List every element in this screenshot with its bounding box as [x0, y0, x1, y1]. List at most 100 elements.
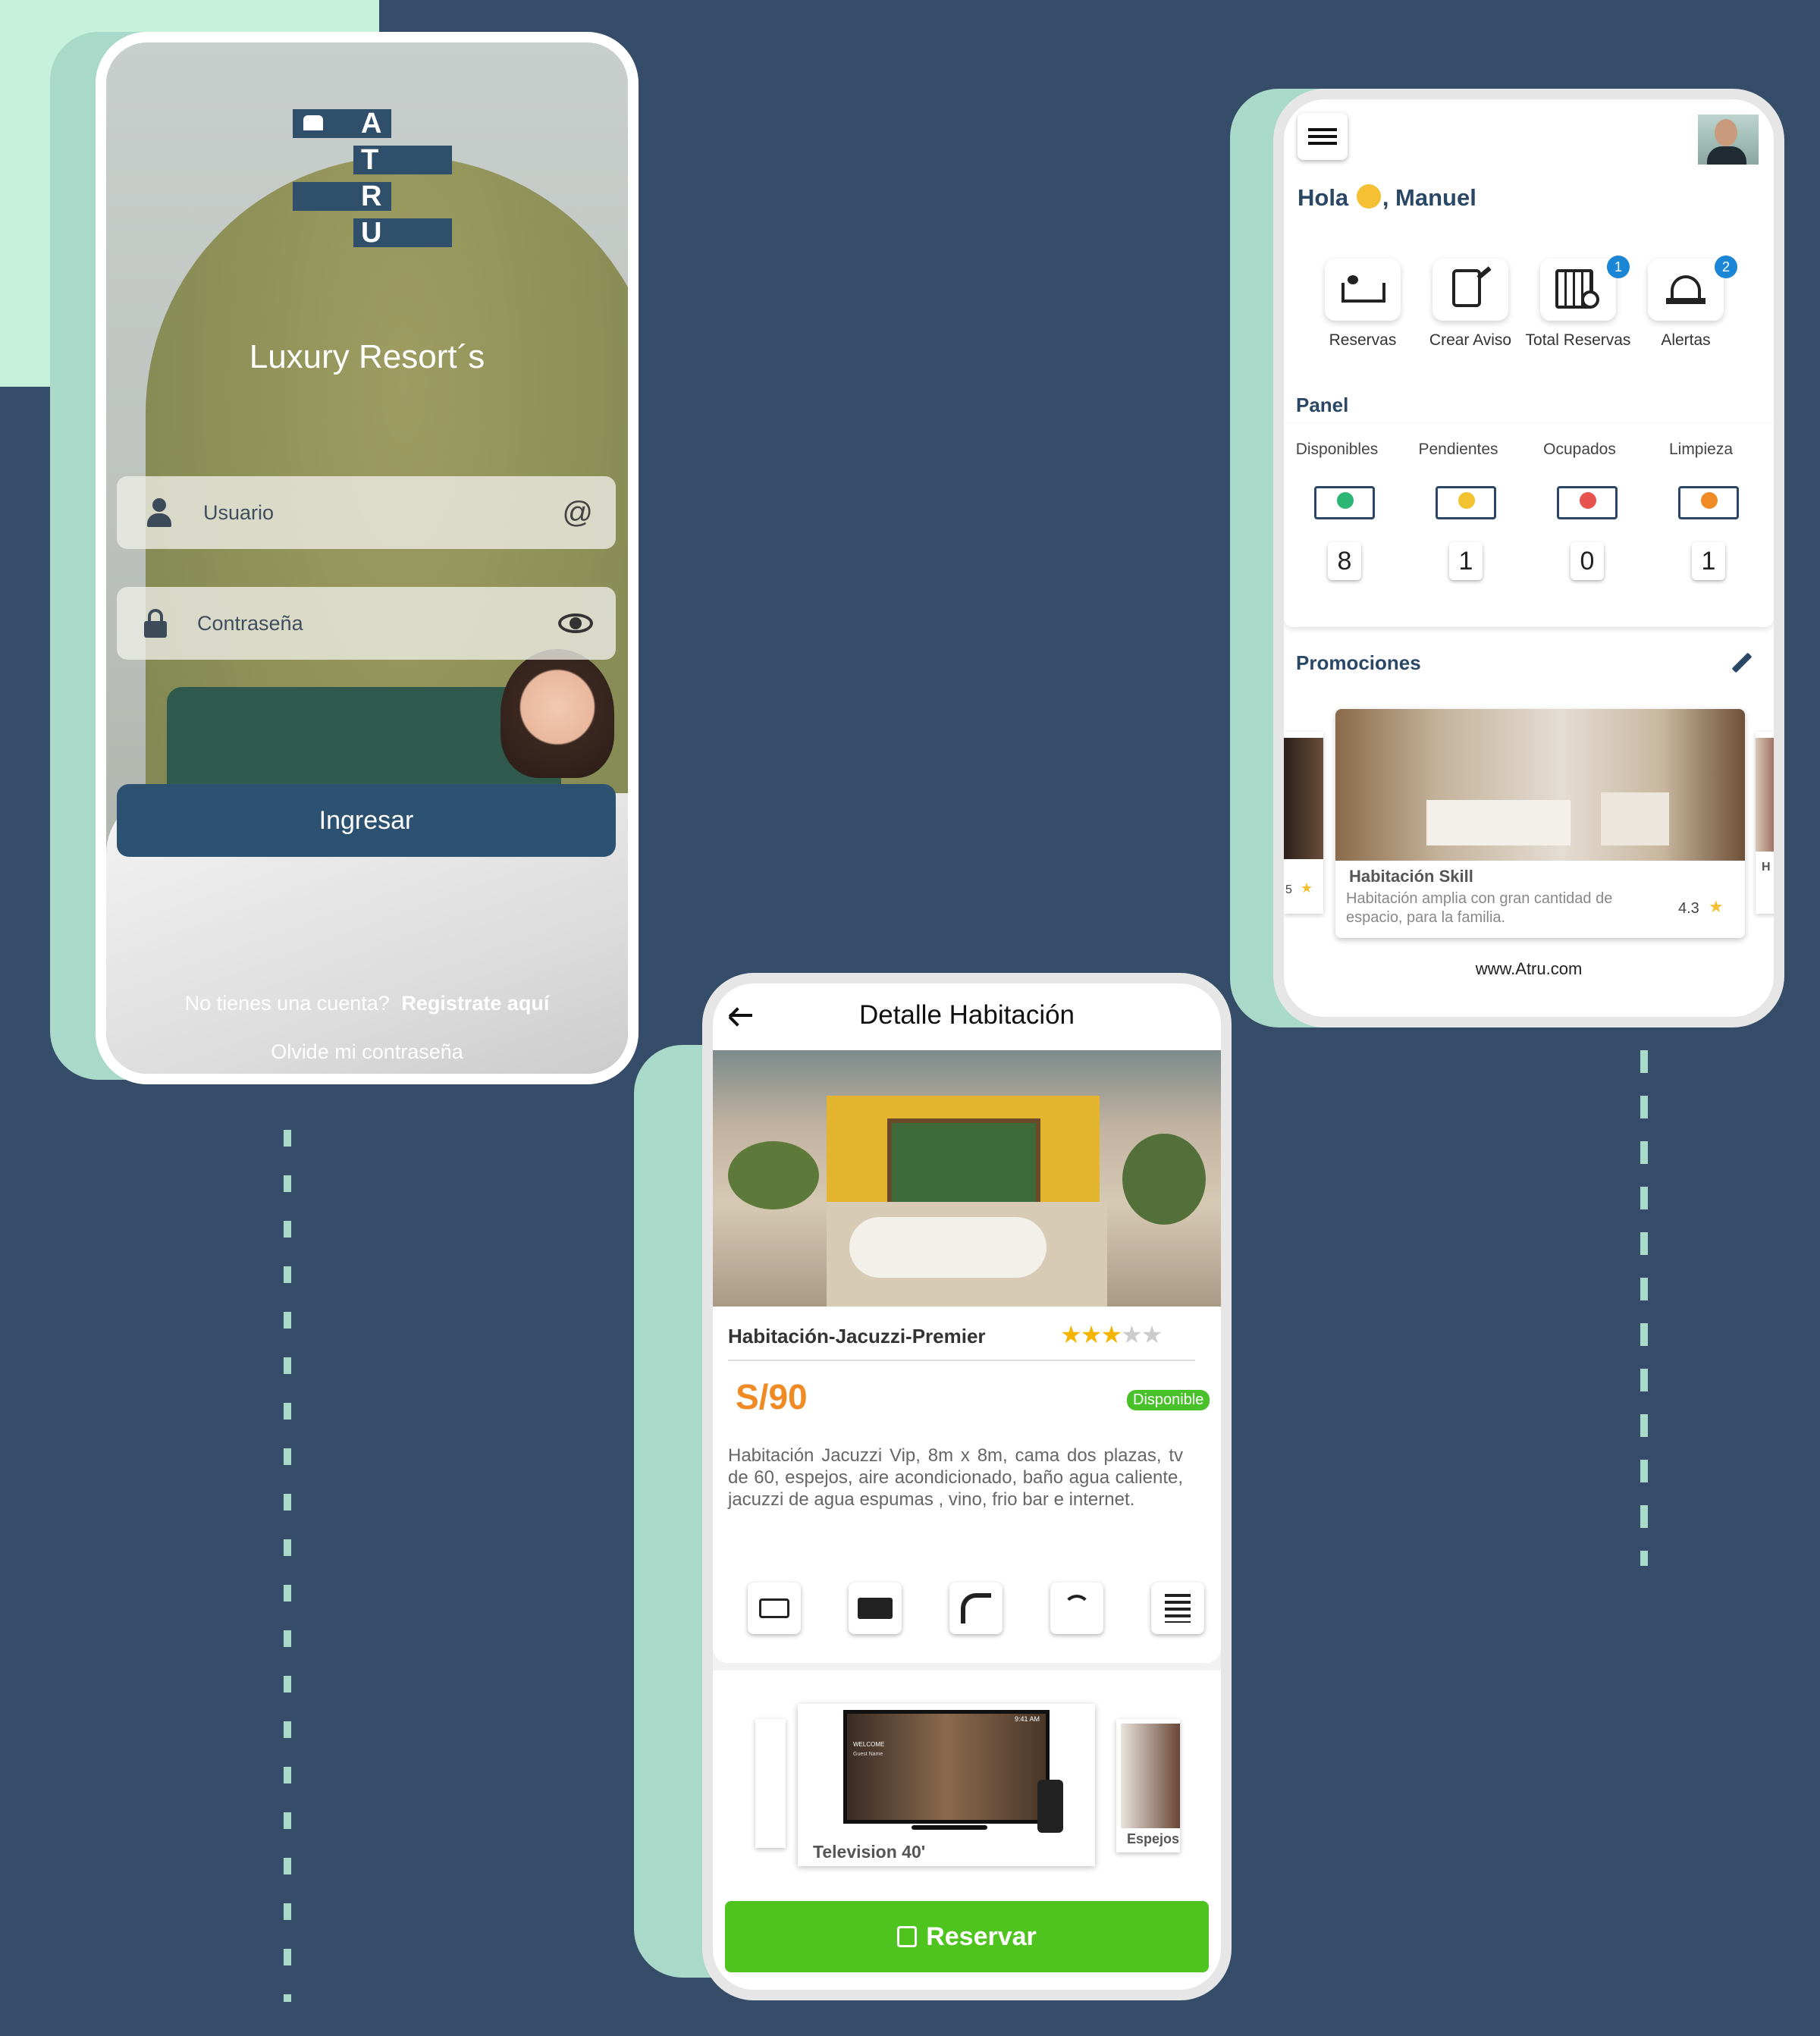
- no-account-text: No tienes una cuenta?: [184, 992, 390, 1015]
- detail-card: Habitación-Jacuzzi-Premier ★★★★★ S/90 Di…: [713, 1307, 1221, 1671]
- promo-card[interactable]: Habitación Skill Habitación amplia con g…: [1335, 709, 1745, 938]
- dashed-line-right: [1640, 1050, 1648, 1566]
- quick-actions: Reservas Crear Aviso 1 Total Reservas 2 …: [1284, 240, 1774, 400]
- quick-action-label: Crear Aviso: [1429, 331, 1512, 349]
- menu-button[interactable]: [1298, 113, 1348, 160]
- room-price: S/90: [736, 1377, 808, 1416]
- bed-icon: [1341, 283, 1385, 303]
- panel-card: Disponibles 8 Pendientes 1 Ocupados 0 Li…: [1284, 424, 1774, 627]
- gallery-card-espejos[interactable]: Espejos: [1116, 1719, 1180, 1852]
- room-description: Habitación Jacuzzi Vip, 8m x 8m, cama do…: [728, 1445, 1183, 1510]
- tv-welcome-text: WELCOME: [853, 1741, 885, 1748]
- logo-letter-t: T: [361, 144, 379, 176]
- star-icon: ★: [1080, 1321, 1103, 1348]
- logo-letter-a: A: [361, 108, 382, 140]
- hotel-icon: [303, 115, 323, 130]
- star-icon: ★: [1100, 1321, 1122, 1348]
- panel-count: 8: [1328, 542, 1361, 580]
- username-field[interactable]: Usuario @: [117, 476, 616, 549]
- at-icon: @: [562, 495, 593, 529]
- edit-pencil-icon[interactable]: [1731, 652, 1753, 673]
- avatar[interactable]: [1698, 115, 1759, 165]
- star-icon: ★: [1301, 880, 1313, 896]
- star-rating: ★★★★★: [1060, 1320, 1163, 1349]
- greeting: Hola , Manuel: [1298, 184, 1476, 212]
- logo-letter-r: R: [361, 180, 382, 212]
- tv-guest-text: Guest Name: [853, 1752, 883, 1757]
- panel-item-label: Limpieza: [1668, 441, 1734, 458]
- forgot-password-link[interactable]: Olvide mi contraseña: [106, 1040, 628, 1064]
- star-empty-icon: ★: [1141, 1321, 1163, 1348]
- side-title-initial: H: [1762, 861, 1771, 874]
- app-title: Luxury Resort´s: [249, 338, 485, 375]
- tv-photo: 9:41 AM WELCOME Guest Name: [843, 1710, 1050, 1824]
- promo-rating: 4.3: [1678, 900, 1699, 917]
- reserve-button[interactable]: Reservar: [725, 1901, 1209, 1972]
- reserve-button-label: Reservar: [926, 1921, 1037, 1951]
- gallery-label: Television 40': [813, 1842, 926, 1862]
- gallery-card-tv[interactable]: 9:41 AM WELCOME Guest Name Television 40…: [798, 1704, 1095, 1866]
- eye-icon[interactable]: [558, 613, 593, 633]
- alertas-badge: 2: [1715, 256, 1737, 278]
- detail-title: Detalle Habitación: [858, 1000, 1075, 1030]
- panel-count: 0: [1571, 542, 1604, 580]
- promo-title: Habitación Skill: [1349, 867, 1473, 886]
- total-reservas-badge: 1: [1607, 256, 1630, 278]
- star-empty-icon: ★: [1121, 1321, 1143, 1348]
- room-photo: [713, 1050, 1221, 1307]
- promo-side-card-left[interactable]: 5 ★: [1284, 732, 1323, 914]
- heater-icon: [1165, 1594, 1191, 1623]
- login-button[interactable]: Ingresar: [117, 784, 616, 857]
- smartphone-icon: [1037, 1780, 1063, 1833]
- panel-title: Panel: [1296, 394, 1349, 416]
- greeting-word: Hola: [1298, 184, 1349, 211]
- wink-emoji-icon: [1356, 184, 1381, 209]
- panel-item-label: Pendientes: [1418, 441, 1498, 458]
- promo-side-card-right[interactable]: H: [1756, 732, 1774, 914]
- star-icon: ★: [1709, 897, 1724, 916]
- side-rating: 5: [1285, 883, 1292, 896]
- amenity-heater[interactable]: [1151, 1583, 1204, 1634]
- calendar-plus-icon: [897, 1926, 918, 1947]
- gallery-side-left[interactable]: [755, 1719, 786, 1848]
- dashboard-phone: Hola , Manuel Reservas Crear Aviso 1 Tot…: [1273, 89, 1784, 1027]
- password-placeholder: Contraseña: [197, 611, 303, 635]
- promo-description: Habitación amplia con gran cantidad de e…: [1346, 890, 1613, 926]
- amenity-bed[interactable]: [748, 1583, 801, 1634]
- register-row: No tienes una cuenta? Registrate aquí: [106, 992, 628, 1015]
- panel-count: 1: [1449, 542, 1483, 580]
- quick-action-label: Reservas: [1329, 331, 1397, 349]
- panel-item-label: Ocupados: [1543, 441, 1616, 458]
- user-icon: [147, 498, 171, 527]
- lock-icon: [144, 609, 167, 638]
- promo-room-photo: [1335, 709, 1745, 861]
- alarm-icon: [1671, 275, 1701, 298]
- dashed-line-left: [284, 1130, 291, 2002]
- login-phone: A T R U Luxury Resort´s Usuario @ Contra…: [96, 32, 639, 1084]
- status-badge: Disponible: [1127, 1390, 1210, 1410]
- username-placeholder: Usuario: [203, 500, 275, 524]
- woman-photo: [500, 649, 614, 778]
- user-name: , Manuel: [1382, 184, 1476, 211]
- room-name: Habitación-Jacuzzi-Premier: [728, 1325, 986, 1347]
- quick-action-label: Total Reservas: [1525, 331, 1631, 349]
- panel-item-label: Disponibles: [1295, 441, 1379, 458]
- wifi-icon: [1063, 1595, 1090, 1622]
- amenity-wifi[interactable]: [1050, 1583, 1103, 1634]
- amenity-tv[interactable]: [849, 1583, 902, 1634]
- logo-letter-u: U: [361, 217, 382, 249]
- quick-action-label: Alertas: [1661, 331, 1711, 349]
- tv-time: 9:41 AM: [1014, 1715, 1040, 1723]
- detail-phone: Detalle Habitación Habitación-Jacuzzi-Pr…: [702, 973, 1232, 2000]
- star-icon: ★: [1060, 1321, 1082, 1348]
- amenity-shower[interactable]: [949, 1583, 1003, 1634]
- register-link[interactable]: Registrate aquí: [401, 992, 549, 1015]
- password-field[interactable]: Contraseña: [117, 587, 616, 660]
- shower-icon: [961, 1593, 991, 1623]
- footer-url[interactable]: www.Atru.com: [1284, 959, 1774, 979]
- bed-icon: [759, 1598, 789, 1618]
- gallery-label: Espejos: [1127, 1831, 1180, 1846]
- tv-icon: [858, 1598, 893, 1619]
- promotions-title: Promociones: [1296, 651, 1421, 674]
- panel-count: 1: [1692, 542, 1725, 580]
